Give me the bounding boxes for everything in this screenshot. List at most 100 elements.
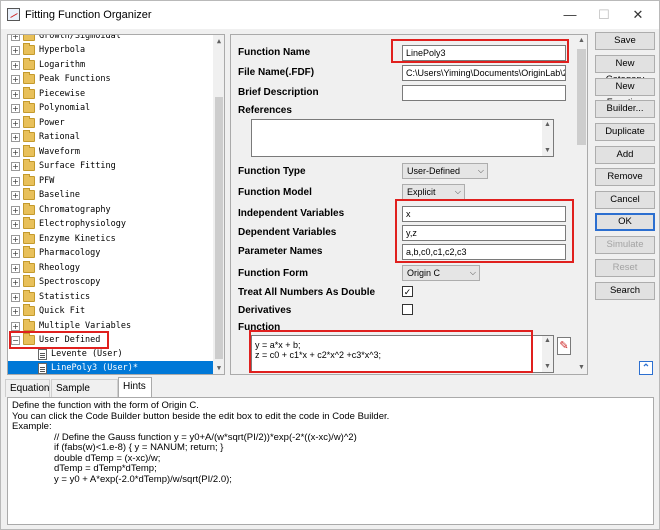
folder-icon [23, 144, 35, 157]
save-button[interactable]: Save [595, 32, 655, 50]
tree-item-category[interactable]: + Baseline [8, 188, 214, 202]
tree-item-category[interactable]: + Logarithm [8, 57, 214, 72]
expand-icon[interactable]: + [11, 46, 20, 55]
function-code-scrollbar[interactable]: ▲ ▼ [542, 336, 553, 372]
brief-description-field[interactable] [402, 85, 566, 101]
add-button[interactable]: Add [595, 146, 655, 164]
scroll-down-icon[interactable]: ▼ [542, 146, 553, 156]
close-button[interactable]: ✕ [623, 5, 653, 25]
code-builder-icon[interactable]: ✎ [557, 337, 571, 355]
tree-item-category[interactable]: + Quick Fit [8, 304, 214, 318]
scroll-down-icon[interactable]: ▼ [542, 362, 553, 372]
search-button[interactable]: Search [595, 282, 655, 300]
function-tree[interactable]: + Growth/Sigmoidal + Hyperbola + Logarithm +… [7, 34, 225, 375]
scroll-down-icon[interactable]: ▼ [575, 362, 587, 374]
chevron-down-icon: ⌵ [469, 268, 476, 277]
function-type-value: User-Defined [407, 166, 461, 176]
tree-item-category[interactable]: + Spectroscopy [8, 275, 214, 289]
expand-icon[interactable]: + [11, 191, 20, 200]
cancel-button[interactable]: Cancel [595, 191, 655, 209]
reset-button[interactable]: Reset [595, 259, 655, 277]
expand-icon[interactable]: + [11, 249, 20, 258]
scroll-down-icon[interactable]: ▼ [213, 362, 224, 374]
expand-icon[interactable]: + [11, 263, 20, 273]
tab-equation[interactable]: Equation [5, 379, 50, 397]
properties-scrollbar[interactable]: ▲ ▼ [575, 35, 587, 374]
tree-item-category[interactable]: + PFW [8, 173, 214, 188]
tree-item-category[interactable]: + Polynomial [8, 101, 214, 115]
function-form-value: Origin C [407, 268, 441, 278]
expand-icon[interactable]: + [11, 147, 20, 157]
scroll-up-icon[interactable]: ▲ [542, 120, 553, 130]
tree-item-levente[interactable]: Levente (User) [8, 347, 214, 361]
expand-icon[interactable]: + [11, 133, 20, 142]
expand-icon[interactable]: + [11, 220, 20, 229]
expand-icon[interactable]: + [11, 75, 20, 84]
expand-icon[interactable]: + [11, 205, 20, 215]
tree-item-label: Enzyme Kinetics [39, 233, 116, 244]
new-category-button[interactable]: New Category [595, 55, 655, 85]
tree-item-label: LinePoly3 (User)* [51, 363, 138, 373]
expand-panel-icon[interactable]: ⌃ [639, 361, 653, 375]
expand-icon[interactable]: + [11, 35, 20, 41]
tree-item-label: Statistics [39, 291, 91, 302]
function-model-select[interactable]: Explicit ⌵ [402, 184, 465, 200]
tree-item-category[interactable]: + Statistics [8, 289, 214, 304]
expand-icon[interactable]: + [11, 307, 20, 316]
minimize-button[interactable]: — [555, 5, 585, 25]
tree-item-label: Rheology [39, 262, 80, 273]
tree-scrollbar[interactable]: ▲ ▼ [213, 35, 224, 374]
scroll-up-icon[interactable]: ▲ [542, 336, 553, 346]
expand-icon[interactable]: + [11, 60, 20, 70]
new-function-button[interactable]: New Function [595, 78, 655, 108]
tree-item-category[interactable]: + Waveform [8, 144, 214, 159]
tree-item-category[interactable]: + Rational [8, 130, 214, 144]
references-scrollbar[interactable]: ▲ ▼ [542, 120, 553, 156]
builder-button[interactable]: Builder... [595, 100, 655, 118]
simulate-button[interactable]: Simulate [595, 236, 655, 254]
tab-sample-curve[interactable]: Sample Curve [51, 379, 118, 412]
expand-icon[interactable]: + [11, 278, 20, 287]
remove-button[interactable]: Remove [595, 168, 655, 186]
file-name-field[interactable]: C:\Users\Yiming\Documents\OriginLab\2 [402, 65, 566, 81]
expand-icon[interactable]: + [11, 321, 20, 331]
expand-icon[interactable]: + [11, 292, 20, 302]
expand-icon[interactable]: + [11, 162, 20, 171]
tree-item-category[interactable]: + Pharmacology [8, 246, 214, 260]
tree-item-category[interactable]: + Enzyme Kinetics [8, 231, 214, 246]
tree-item-category[interactable]: + Power [8, 115, 214, 130]
tree-item-category[interactable]: + Surface Fitting [8, 159, 214, 173]
properties-scroll-thumb[interactable] [577, 49, 586, 145]
tree-item-partial[interactable]: + Growth/Sigmoidal [8, 35, 214, 43]
expand-icon[interactable]: + [11, 89, 20, 99]
tree-item-category[interactable]: + Rheology [8, 260, 214, 275]
references-field[interactable] [251, 119, 554, 157]
fitting-function-organizer-window: Fitting Function Organizer — ☐ ✕ + Growt… [0, 0, 660, 530]
tree-item-category[interactable]: + Chromatography [8, 202, 214, 217]
dependent-variables-label: Dependent Variables [238, 227, 337, 238]
tree-scroll-thumb[interactable] [215, 97, 223, 359]
folder-icon [23, 130, 35, 142]
function-name-label: Function Name [238, 47, 311, 58]
expand-icon[interactable]: + [11, 104, 20, 113]
expand-icon[interactable]: + [11, 118, 20, 128]
scroll-up-icon[interactable]: ▲ [575, 35, 587, 47]
tree-item-category[interactable]: + Electrophysiology [8, 217, 214, 231]
tree-item-category[interactable]: + Hyperbola [8, 43, 214, 57]
maximize-button[interactable]: ☐ [589, 5, 619, 25]
treat-all-numbers-checkbox[interactable]: ✓ [402, 286, 413, 297]
function-type-select[interactable]: User-Defined ⌵ [402, 163, 488, 179]
tree-item-linepoly3-selected[interactable]: LinePoly3 (User)* [8, 361, 214, 374]
scroll-up-icon[interactable]: ▲ [213, 35, 224, 47]
expand-icon[interactable]: + [11, 234, 20, 244]
tree-item-label: Levente (User) [51, 349, 123, 359]
duplicate-button[interactable]: Duplicate [595, 123, 655, 141]
tree-item-category[interactable]: + Peak Functions [8, 72, 214, 86]
tree-item-category[interactable]: + Piecewise [8, 86, 214, 101]
function-form-select[interactable]: Origin C ⌵ [402, 265, 480, 281]
tab-hints[interactable]: Hints [118, 377, 152, 397]
derivatives-checkbox[interactable] [402, 304, 413, 315]
expand-icon[interactable]: + [11, 176, 20, 186]
ok-button[interactable]: OK [595, 213, 655, 231]
folder-icon [23, 202, 35, 215]
